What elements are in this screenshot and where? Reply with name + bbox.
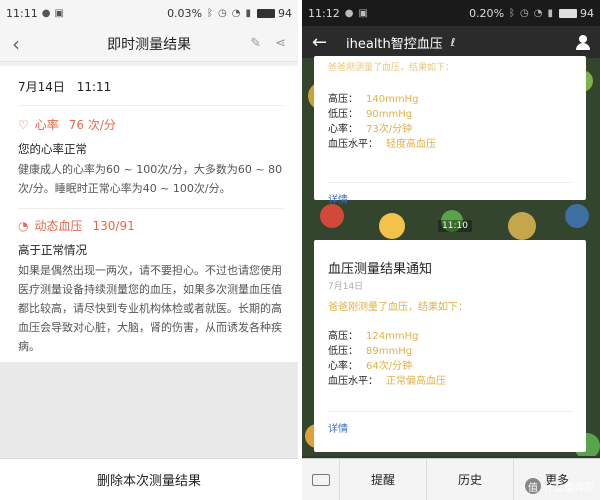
battery-icon [257, 8, 275, 18]
card2-title: 血压测量结果通知 [328, 262, 433, 277]
app-header: ‹ 即时测量结果 ✎ ⋖ [0, 26, 298, 62]
notification-card-2: 血压测量结果通知 7月14日 爸爸刚测量了血压，结果如下： 高压： 124mmH… [314, 240, 586, 452]
delete-result-button[interactable]: 删除本次测量结果 [0, 458, 298, 500]
blood-pressure-label: 动态血压 [34, 219, 83, 233]
card2-details-link[interactable]: 详情 [328, 420, 572, 435]
signal-icon: ▮ [245, 7, 251, 19]
measure-datetime: 7月14日 11:11 [18, 76, 284, 106]
card1-low: 低压： 90mmHg [328, 109, 413, 120]
measure-time: 11:11 [76, 80, 112, 94]
watermark-logo-icon: 值 [525, 478, 541, 494]
clock-icon: ◷ [520, 7, 529, 19]
card2-date: 7月14日 [328, 282, 364, 292]
card1-hr: 心率： 73次/分钟 [328, 124, 413, 135]
result-card: 7月14日 11:11 ♡ 心率 76 次/分 您的心率正常 健康成人的心率为6… [0, 66, 298, 368]
chat-bubble-icon: ● [344, 7, 354, 19]
edit-icon[interactable]: ✎ [250, 36, 261, 51]
earpiece-icon: ℓ [450, 35, 456, 49]
clock-icon: ◷ [218, 7, 227, 19]
network-speed: 0.20 [469, 6, 494, 20]
share-icon[interactable]: ⋖ [275, 36, 286, 51]
heart-rate-desc: 健康成人的心率为60 ~ 100次/分，大多数为60 ~ 80次/分。睡眠时正常… [18, 163, 283, 195]
battery-level: 94 [278, 6, 292, 20]
card1-divider [328, 182, 572, 183]
battery-level: 94 [580, 6, 594, 20]
chat-timestamp: 11:10 [438, 220, 472, 232]
card1-high: 高压： 140mmHg [328, 94, 419, 105]
blood-pressure-value: 130/91 [92, 218, 135, 233]
right-screen: 11:12 ● ▣ 0.20 % ᛒ ◷ ◔ ▮ 94 ← ihealth智控血… [302, 0, 600, 500]
user-icon[interactable] [576, 35, 590, 50]
notification-card-1: 爸爸刚测量了血压，结果如下： 高压： 140mmHg 低压： 90mmHg 心率… [314, 56, 586, 206]
battery-icon [559, 8, 577, 18]
page-title: 即时测量结果 [107, 36, 192, 53]
card2-low: 低压： 89mmHg [328, 346, 413, 357]
image-icon: ▣ [54, 7, 64, 19]
bluetooth-icon: ᛒ [207, 7, 214, 19]
blood-pressure-row: ◔ 动态血压 130/91 [18, 217, 284, 234]
chat-header: ← ihealth智控血压 ℓ [302, 26, 600, 58]
card1-details-link[interactable]: 详情 [328, 191, 572, 206]
heart-rate-label: 心率 [34, 118, 59, 132]
card1-intro: 爸爸刚测量了血压，结果如下： [328, 63, 455, 73]
card2-divider [328, 411, 572, 412]
heart-rate-row: ♡ 心率 76 次/分 [18, 116, 284, 133]
bluetooth-icon: ᛒ [509, 7, 516, 19]
chat-title: ihealth智控血压 [346, 36, 443, 52]
blood-pressure-desc: 如果是偶然出现一两次，请不要担心。不过也请您使用医疗测量设备持续测量您的血压，如… [18, 264, 282, 353]
chat-bubble-icon: ● [41, 7, 51, 19]
pressure-gauge-icon: ◔ [18, 218, 29, 233]
status-bar: 11:12 ● ▣ 0.20 % ᛒ ◷ ◔ ▮ 94 [302, 0, 600, 26]
card1-level: 血压水平： 轻度高血压 [328, 139, 436, 150]
heart-icon: ♡ [18, 117, 29, 132]
left-screen: 11:11 ● ▣ 0.03 % ᛒ ◷ ◔ ▮ 94 ‹ 即时测量结果 ✎ ⋖… [0, 0, 298, 500]
card2-intro: 爸爸刚测量了血压，结果如下： [328, 302, 468, 313]
status-bar: 11:11 ● ▣ 0.03 % ᛒ ◷ ◔ ▮ 94 [0, 0, 298, 26]
back-arrow-icon[interactable]: ← [312, 32, 338, 53]
status-time: 11:12 [308, 6, 340, 20]
empty-area [0, 362, 298, 458]
keyboard-icon [311, 473, 330, 486]
heart-rate-status: 您的心率正常 [18, 142, 87, 156]
measure-date: 7月14日 [18, 80, 65, 94]
wifi-icon: ◔ [533, 7, 543, 19]
network-speed-unit: % [493, 6, 505, 20]
divider [18, 208, 284, 209]
image-icon: ▣ [358, 7, 368, 19]
card2-high: 高压： 124mmHg [328, 331, 419, 342]
signal-icon: ▮ [547, 7, 553, 19]
card2-hr: 心率： 64次/分钟 [328, 361, 413, 372]
menu-history-button[interactable]: 历史 [427, 458, 514, 500]
wifi-icon: ◔ [231, 7, 241, 19]
heart-rate-value: 76 次/分 [68, 118, 116, 132]
watermark: 值 什么值得买 [525, 478, 594, 494]
card2-level: 血压水平： 正常偏高血压 [328, 376, 446, 387]
network-speed-unit: % [191, 6, 203, 20]
keyboard-toggle[interactable] [302, 458, 340, 500]
menu-remind-button[interactable]: 提醒 [340, 458, 427, 500]
blood-pressure-status: 高于正常情况 [18, 243, 87, 257]
status-time: 11:11 [6, 6, 38, 20]
network-speed: 0.03 [167, 6, 192, 20]
back-arrow-icon[interactable]: ‹ [12, 32, 38, 56]
